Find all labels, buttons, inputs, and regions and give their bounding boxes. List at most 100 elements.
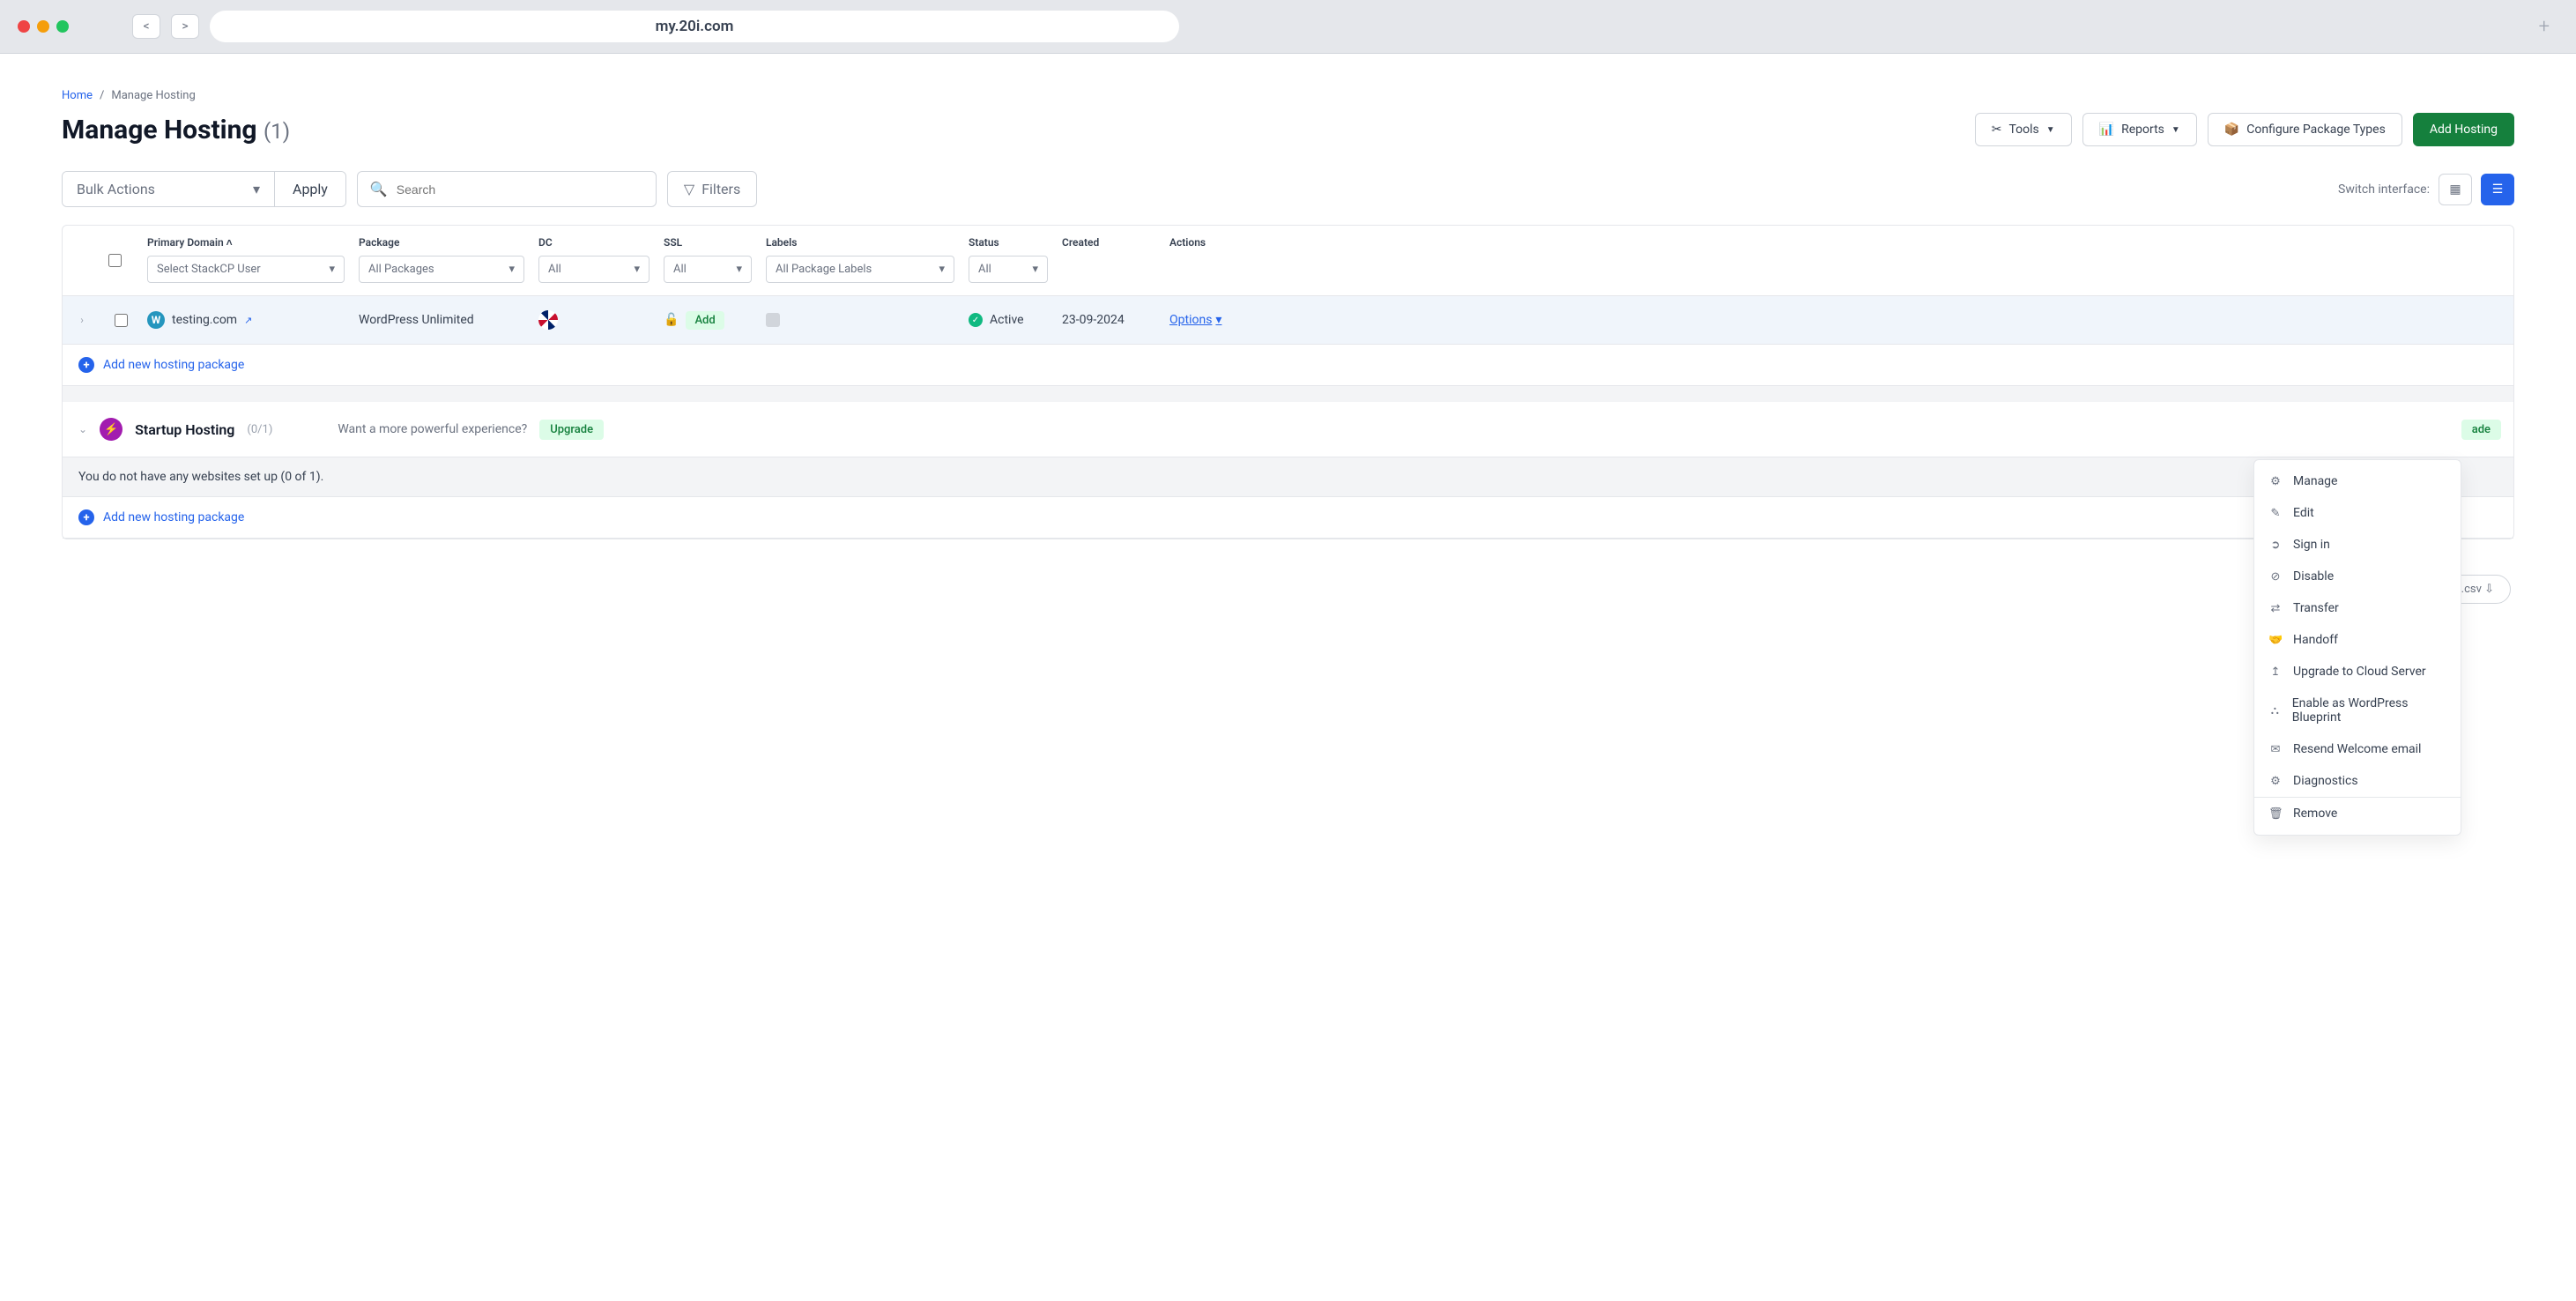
- gear-icon: ⚙: [2268, 475, 2283, 488]
- sort-asc-icon: ˄: [226, 236, 233, 249]
- blueprint-icon: ⛬: [2268, 704, 2282, 717]
- options-dropdown-trigger[interactable]: Options▾: [1169, 313, 1221, 327]
- switch-grid-button[interactable]: ▦: [2439, 174, 2472, 205]
- transfer-icon: ⇄: [2268, 602, 2283, 615]
- startup-hosting-icon: ⚡: [100, 418, 122, 441]
- configure-label: Configure Package Types: [2246, 123, 2386, 137]
- dd-upgrade[interactable]: ↥Upgrade to Cloud Server: [2254, 656, 2461, 688]
- col-primary-domain[interactable]: Primary Domain ˄: [147, 236, 345, 249]
- nav-forward-button[interactable]: >: [171, 14, 199, 39]
- dd-blueprint[interactable]: ⛬Enable as WordPress Blueprint: [2254, 688, 2461, 733]
- breadcrumb-home[interactable]: Home: [62, 89, 93, 102]
- grid-icon: ▦: [2449, 182, 2461, 197]
- domain-link[interactable]: testing.com: [172, 313, 237, 327]
- table-header: Primary Domain ˄ Select StackCP User▾ Pa…: [63, 226, 2513, 296]
- startup-title: Startup Hosting: [135, 421, 234, 438]
- dd-handoff[interactable]: 🤝Handoff: [2254, 624, 2461, 656]
- bulk-actions-label: Bulk Actions: [77, 181, 155, 197]
- bulk-actions-select[interactable]: Bulk Actions ▾: [63, 172, 274, 206]
- caret-down-icon: ▾: [1215, 313, 1221, 327]
- tools-button[interactable]: ✂ Tools ▼: [1975, 113, 2072, 146]
- table-row: › W testing.com ↗ WordPress Unlimited 🔓 …: [63, 296, 2513, 345]
- ssl-filter[interactable]: All▾: [664, 256, 752, 283]
- package-filter[interactable]: All Packages▾: [359, 256, 524, 283]
- reports-label: Reports: [2121, 123, 2164, 137]
- dd-diagnostics[interactable]: ⚙Diagnostics: [2254, 765, 2461, 797]
- row-checkbox[interactable]: [115, 314, 128, 327]
- dd-edit[interactable]: ✎Edit: [2254, 497, 2461, 529]
- address-bar[interactable]: my.20i.com: [210, 11, 1179, 42]
- search-icon: 🔍: [370, 181, 388, 197]
- tools-icon: ✂: [1992, 123, 2002, 137]
- col-created: Created: [1062, 236, 1155, 249]
- switch-list-button[interactable]: ☰: [2481, 174, 2514, 205]
- page-title-text: Manage Hosting: [62, 115, 257, 145]
- handshake-icon: 🤝: [2268, 634, 2283, 647]
- package-value: WordPress Unlimited: [352, 313, 531, 327]
- caret-down-icon: ▾: [939, 263, 945, 276]
- add-hosting-button[interactable]: Add Hosting: [2413, 113, 2514, 146]
- add-hosting-label: Add Hosting: [2430, 123, 2498, 137]
- add-ssl-button[interactable]: Add: [686, 311, 724, 330]
- dd-transfer[interactable]: ⇄Transfer: [2254, 592, 2461, 624]
- signin-icon: ➲: [2268, 539, 2283, 552]
- reports-icon: 📊: [2099, 123, 2114, 137]
- expand-row-icon[interactable]: ›: [80, 314, 84, 326]
- dc-filter[interactable]: All▾: [538, 256, 650, 283]
- caret-down-icon: ▾: [736, 263, 742, 276]
- filters-button[interactable]: ▽ Filters: [667, 171, 757, 207]
- breadcrumb-sep: /: [100, 89, 104, 102]
- add-hosting-package-link-2: Add new hosting package: [103, 510, 244, 524]
- status-filter[interactable]: All▾: [969, 256, 1048, 283]
- caret-down-icon: ▾: [329, 263, 335, 276]
- startup-count: (0/1): [247, 423, 272, 436]
- add-hosting-package-row-2[interactable]: + Add new hosting package: [63, 497, 2513, 539]
- configure-package-types-button[interactable]: 📦 Configure Package Types: [2208, 113, 2402, 146]
- new-tab-button[interactable]: +: [2539, 16, 2550, 38]
- status-ok-icon: ✓: [969, 313, 983, 327]
- add-hosting-package-row[interactable]: + Add new hosting package: [63, 345, 2513, 386]
- traffic-lights: [18, 20, 69, 33]
- page-title: Manage Hosting (1): [62, 115, 290, 145]
- dd-resend[interactable]: ✉Resend Welcome email: [2254, 733, 2461, 765]
- search-input[interactable]: [397, 182, 643, 197]
- external-link-icon[interactable]: ↗: [244, 315, 252, 326]
- startup-hosting-header: ⌄ ⚡ Startup Hosting (0/1) Want a more po…: [63, 386, 2513, 457]
- col-dc: DC: [538, 236, 650, 249]
- package-icon: 📦: [2224, 123, 2239, 137]
- caret-down-icon: ▾: [634, 263, 640, 276]
- select-all-checkbox[interactable]: [108, 254, 122, 267]
- switch-interface-label: Switch interface:: [2338, 182, 2430, 197]
- upgrade-button-right[interactable]: ade: [2461, 420, 2501, 440]
- filters-label: Filters: [702, 181, 740, 197]
- uk-flag-icon: [538, 310, 558, 330]
- edit-icon: ✎: [2268, 507, 2283, 520]
- ssl-unlocked-icon: 🔓: [664, 313, 679, 327]
- upgrade-button[interactable]: Upgrade: [539, 420, 604, 440]
- search-box[interactable]: 🔍: [357, 171, 657, 207]
- add-hosting-package-link: Add new hosting package: [103, 358, 244, 372]
- dd-remove[interactable]: 🗑Remove: [2254, 797, 2461, 829]
- trash-icon: 🗑: [2268, 807, 2283, 821]
- dd-manage[interactable]: ⚙Manage: [2254, 465, 2461, 497]
- dd-signin[interactable]: ➲Sign in: [2254, 529, 2461, 561]
- label-placeholder-icon[interactable]: [766, 313, 780, 327]
- collapse-group-icon[interactable]: ⌄: [78, 423, 87, 435]
- labels-filter[interactable]: All Package Labels▾: [766, 256, 954, 283]
- maximize-window-icon[interactable]: [56, 20, 69, 33]
- upload-icon: ↥: [2268, 665, 2283, 679]
- reports-button[interactable]: 📊 Reports ▼: [2082, 113, 2197, 146]
- nav-back-button[interactable]: <: [132, 14, 160, 39]
- page-title-count: (1): [264, 119, 290, 144]
- browser-chrome: < > my.20i.com +: [0, 0, 2576, 54]
- dd-disable[interactable]: ⊘Disable: [2254, 561, 2461, 592]
- caret-down-icon: ▼: [2171, 125, 2180, 135]
- col-ssl: SSL: [664, 236, 752, 249]
- caret-down-icon: ▾: [253, 181, 260, 197]
- close-window-icon[interactable]: [18, 20, 30, 33]
- wordpress-icon: W: [147, 311, 165, 329]
- caret-down-icon: ▾: [509, 263, 515, 276]
- primary-domain-filter[interactable]: Select StackCP User▾: [147, 256, 345, 283]
- minimize-window-icon[interactable]: [37, 20, 49, 33]
- apply-button[interactable]: Apply: [274, 172, 345, 206]
